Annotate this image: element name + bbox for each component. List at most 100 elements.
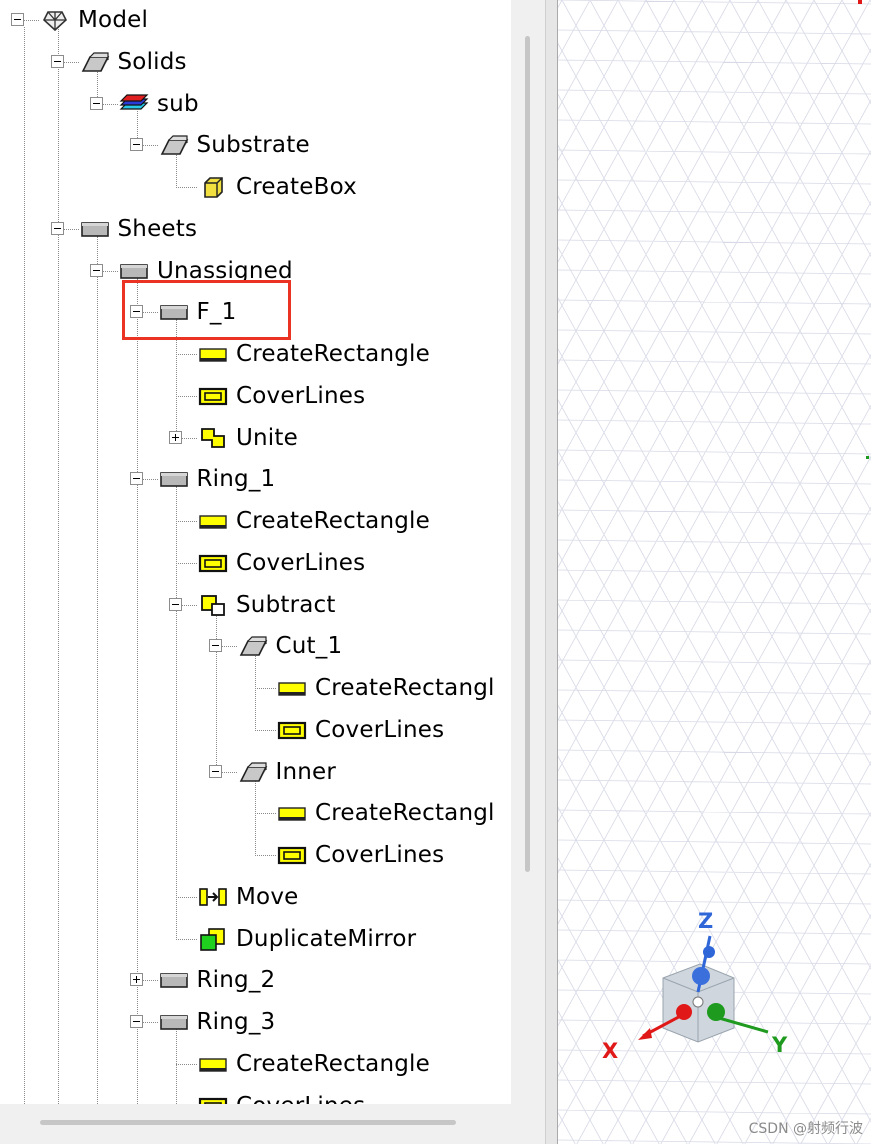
panel-splitter[interactable] xyxy=(545,0,558,1144)
expand-icon[interactable] xyxy=(169,430,182,444)
cover-lines-icon xyxy=(198,1094,228,1104)
tree-item-createrectangle[interactable]: CreateRectangle xyxy=(169,1044,511,1084)
create-box-icon xyxy=(198,175,228,199)
horizontal-scroll-thumb[interactable] xyxy=(40,1120,456,1125)
tree-connector xyxy=(176,896,197,898)
tree-item-label: CoverLines xyxy=(315,716,445,743)
tree-connector xyxy=(103,103,118,105)
tree-connector xyxy=(24,27,25,1104)
tree-item-label: DuplicateMirror xyxy=(236,925,417,952)
create-rectangle-icon xyxy=(198,342,228,366)
tree-item-label: CreateRectangl xyxy=(315,675,495,701)
duplicate-mirror-icon xyxy=(198,927,228,951)
tree-item-createbox[interactable]: CreateBox xyxy=(169,167,511,207)
tree-item-cut-1[interactable]: Cut_1 xyxy=(208,626,512,666)
tree-connector xyxy=(176,187,197,188)
tree-item-subtract[interactable]: Subtract xyxy=(169,585,511,625)
tree-item-createrectangl[interactable]: CreateRectangl xyxy=(248,793,511,833)
tree-item-label: Ring_2 xyxy=(196,967,276,994)
cover-lines-icon xyxy=(198,551,228,575)
tree-item-coverlines[interactable]: CoverLines xyxy=(248,835,511,875)
tree-connector xyxy=(63,61,79,63)
highlight-box xyxy=(122,280,291,340)
tree-connector xyxy=(182,604,197,606)
tree-connector xyxy=(176,1063,197,1065)
tree-item-solids[interactable]: Solids xyxy=(50,42,512,82)
collapse-icon[interactable] xyxy=(129,1015,143,1028)
collapse-icon[interactable] xyxy=(50,221,64,235)
tree-item-move[interactable]: Move xyxy=(169,877,511,917)
tree-item-ring-1[interactable]: Ring_1 xyxy=(129,459,512,499)
cover-lines-icon xyxy=(277,843,307,867)
create-rectangle-icon xyxy=(198,509,228,533)
tree-connector xyxy=(97,235,98,1104)
collapse-icon[interactable] xyxy=(90,263,103,277)
tree-horizontal-scrollbar[interactable] xyxy=(0,1104,545,1144)
collapse-icon[interactable] xyxy=(208,639,222,653)
collapse-icon[interactable] xyxy=(169,597,182,611)
unite-icon xyxy=(198,426,228,450)
tree-item-label: Ring_3 xyxy=(196,1009,276,1035)
tree-connector xyxy=(255,813,276,815)
tree-item-label: CreateRectangle xyxy=(236,508,430,534)
tree-item-createrectangle[interactable]: CreateRectangle xyxy=(169,334,511,374)
watermark: CSDN @射频行波 xyxy=(748,1121,863,1137)
tree-connector xyxy=(255,729,276,731)
tree-item-createrectangl[interactable]: CreateRectangl xyxy=(248,668,511,708)
tree-connector xyxy=(182,437,197,439)
tree-item-label: Substrate xyxy=(196,132,310,159)
solid-icon xyxy=(238,760,268,784)
sheet-icon xyxy=(80,217,110,241)
tree-item-duplicatemirror[interactable]: DuplicateMirror xyxy=(169,919,511,959)
tree-item-ring-3[interactable]: Ring_3 xyxy=(129,1002,512,1042)
tree-item-sub[interactable]: sub xyxy=(90,84,511,124)
collapse-icon[interactable] xyxy=(11,13,24,26)
tree-item-label: sub xyxy=(157,90,199,117)
tree-connector xyxy=(221,646,237,648)
tree-connector xyxy=(63,228,79,230)
collapse-icon[interactable] xyxy=(129,472,143,486)
axis-x-label: X xyxy=(602,1039,618,1063)
tree-item-label: Solids xyxy=(117,48,187,75)
collapse-icon[interactable] xyxy=(90,96,103,110)
sheet-icon xyxy=(159,467,189,491)
create-rectangle-icon xyxy=(198,1052,228,1076)
collapse-icon[interactable] xyxy=(208,764,222,778)
subtract-icon xyxy=(198,593,228,617)
axis-triad: Z X Y xyxy=(602,909,788,1063)
tree-item-coverlines[interactable]: CoverLines xyxy=(169,543,511,583)
tree-item-unite[interactable]: Unite xyxy=(169,418,511,458)
tree-connector xyxy=(24,20,39,21)
vertical-scroll-thumb[interactable] xyxy=(525,36,530,872)
3d-viewport[interactable]: Z X Y CSDN @射频行波 xyxy=(558,0,871,1144)
tree-vertical-scrollbar[interactable] xyxy=(511,0,545,1104)
tree-item-substrate[interactable]: Substrate xyxy=(129,125,512,165)
tree-item-label: Unite xyxy=(236,424,298,451)
tree-connector xyxy=(57,27,59,1104)
tree-item-coverlines[interactable]: CoverLines xyxy=(248,710,511,750)
cover-lines-icon xyxy=(277,718,307,742)
solid-icon xyxy=(238,634,268,658)
collapse-icon[interactable] xyxy=(129,138,143,152)
tree-connector xyxy=(176,562,197,564)
tree-item-label: CoverLines xyxy=(315,842,445,868)
collapse-icon[interactable] xyxy=(50,54,64,68)
tree-item-label: Subtract xyxy=(236,591,336,618)
material-stack-icon xyxy=(119,92,149,116)
tree-item-coverlines[interactable]: CoverLines xyxy=(169,1086,511,1104)
tree-connector xyxy=(142,1022,158,1023)
axis-y-label: Y xyxy=(771,1033,788,1057)
tree-item-sheets[interactable]: Sheets xyxy=(50,209,512,249)
sheet-icon xyxy=(119,259,149,283)
sheet-icon xyxy=(159,1010,189,1034)
tree-item-inner[interactable]: Inner xyxy=(208,752,512,792)
tree-item-model[interactable]: Model xyxy=(11,0,491,40)
tree-item-ring-2[interactable]: Ring_2 xyxy=(129,960,512,1000)
model-tree-panel[interactable]: Model Solids sub Substrate CreateBox Sheets Un… xyxy=(0,0,511,1104)
expand-icon[interactable] xyxy=(129,973,143,987)
tree-item-createrectangle[interactable]: CreateRectangle xyxy=(169,501,511,541)
axis-z-label: Z xyxy=(698,909,713,933)
tree-item-coverlines[interactable]: CoverLines xyxy=(169,376,511,416)
tree-connector xyxy=(103,270,118,272)
tree-connector xyxy=(142,980,158,982)
